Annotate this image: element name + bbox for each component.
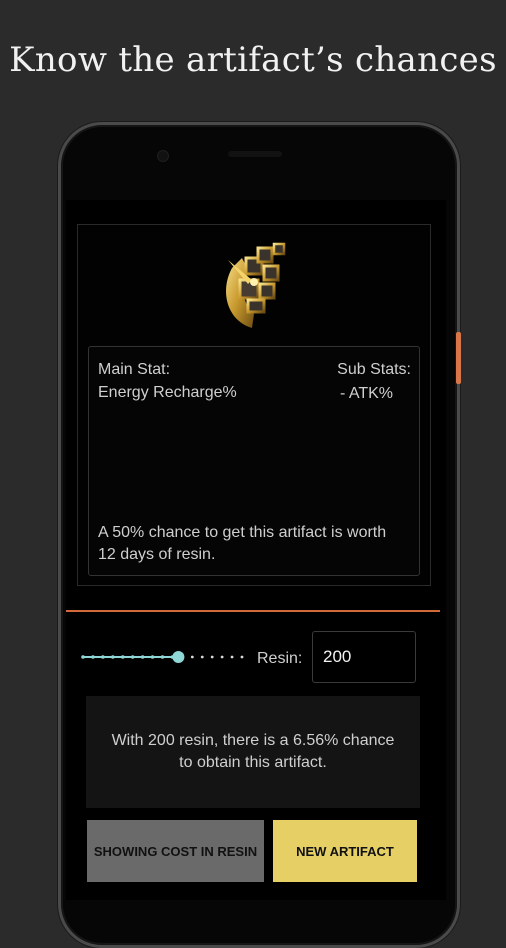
slider-tick — [230, 655, 234, 659]
slider-thumb[interactable] — [172, 651, 185, 663]
chance-summary: A 50% chance to get this artifact is wor… — [98, 524, 387, 563]
stats-panel: Main Stat: Energy Recharge% Sub Stats: -… — [88, 346, 420, 576]
resin-slider[interactable] — [80, 648, 246, 666]
slider-tick — [91, 655, 95, 659]
resin-input[interactable] — [312, 631, 416, 683]
slider-tick — [220, 655, 224, 659]
artifact-circlet-icon — [226, 242, 286, 328]
slider-tick — [130, 655, 135, 659]
slider-tick — [200, 655, 204, 659]
sub-stats-value: - ATK% — [339, 385, 393, 402]
phone-side-button — [456, 332, 461, 384]
result-panel: With 200 resin, there is a 6.56% chance … — [86, 696, 420, 808]
cost-mode-button[interactable]: SHOWING COST IN RESIN — [87, 820, 264, 882]
sub-stats-label: Sub Stats: — [337, 361, 411, 378]
slider-tick — [120, 655, 125, 659]
result-text: With 200 resin, there is a 6.56% chance … — [111, 732, 395, 771]
section-divider — [66, 610, 440, 612]
phone-camera — [157, 150, 169, 162]
resin-label: Resin: — [257, 650, 303, 667]
slider-tick — [140, 655, 145, 659]
slider-tick — [190, 655, 194, 659]
slider-tick — [101, 655, 105, 659]
new-artifact-button[interactable]: NEW ARTIFACT — [273, 820, 417, 882]
headline: Know the artifact’s chances — [9, 40, 497, 80]
slider-tick — [160, 655, 165, 659]
main-stat-value: Energy Recharge% — [98, 384, 237, 401]
slider-tick — [240, 655, 244, 659]
slider-tick — [81, 655, 85, 659]
slider-tick — [111, 655, 115, 659]
slider-tick — [210, 655, 214, 659]
slider-tick — [150, 655, 155, 659]
main-stat-label: Main Stat: — [98, 361, 171, 378]
phone-speaker — [228, 151, 282, 157]
